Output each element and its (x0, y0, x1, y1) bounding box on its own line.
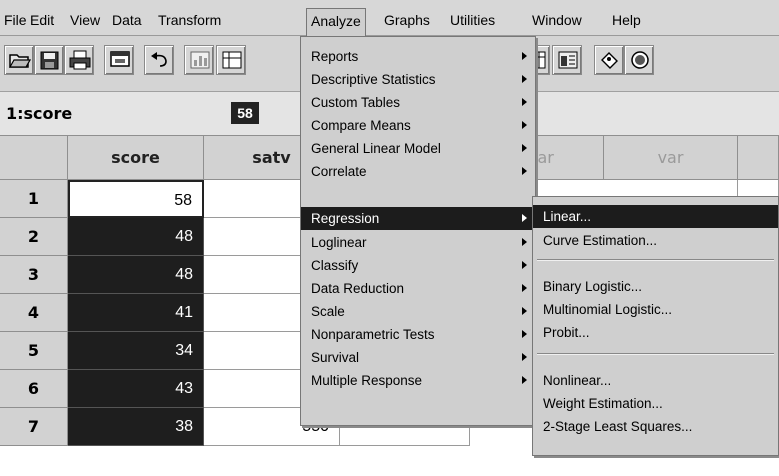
submenu-arrow-icon (522, 98, 527, 106)
menu-item-label: Scale (311, 304, 345, 319)
menu-transform[interactable]: Transform (154, 8, 225, 32)
menu-item-loglinear[interactable]: Loglinear (301, 231, 535, 254)
menu-item-reports[interactable]: Reports (301, 45, 535, 68)
menu-item-binary-logistic[interactable]: Binary Logistic... (533, 275, 778, 298)
menu-item-label: Data Reduction (311, 281, 405, 296)
menu-item-custom-tables[interactable]: Custom Tables (301, 91, 535, 114)
menu-item-label: Classify (311, 258, 359, 273)
goto-case-icon[interactable] (216, 45, 246, 75)
menu-item-compare-means[interactable]: Compare Means (301, 114, 535, 137)
menu-item-descriptive-statistics[interactable]: Descriptive Statistics (301, 68, 535, 91)
submenu-arrow-icon (522, 121, 527, 129)
corner-header (0, 136, 68, 180)
menu-item-label: Survival (311, 350, 360, 365)
split-file-icon[interactable] (552, 45, 582, 75)
regression-submenu: Linear... Curve Estimation... Binary Log… (532, 196, 779, 456)
menu-window[interactable]: Window (528, 8, 586, 32)
value-labels-icon[interactable] (594, 45, 624, 75)
menu-item-probit[interactable]: Probit... (533, 321, 778, 344)
menu-help[interactable]: Help (608, 8, 645, 32)
column-header-var[interactable]: var (604, 136, 738, 180)
table-cell-score[interactable]: 34 (68, 332, 204, 370)
cell-reference: 1:score (6, 104, 73, 123)
menu-item-label: Compare Means (311, 118, 411, 133)
submenu-arrow-icon (522, 376, 527, 384)
menu-separator (537, 259, 774, 261)
menu-bar: File Edit View Data Transform Analyze Gr… (0, 0, 779, 36)
row-header[interactable]: 4 (0, 294, 68, 332)
menu-item-survival[interactable]: Survival (301, 346, 535, 369)
submenu-arrow-icon (522, 167, 527, 175)
submenu-arrow-icon (522, 214, 527, 222)
table-cell-score[interactable]: 48 (68, 218, 204, 256)
menu-item-label: Nonparametric Tests (311, 327, 435, 342)
menu-analyze[interactable]: Analyze (306, 8, 366, 36)
menu-item-weight-estimation[interactable]: Weight Estimation... (533, 392, 778, 415)
menu-item-regression[interactable]: Regression (301, 207, 535, 230)
menu-data[interactable]: Data (108, 8, 146, 32)
row-header[interactable]: 3 (0, 256, 68, 294)
submenu-arrow-icon (522, 330, 527, 338)
submenu-arrow-icon (522, 144, 527, 152)
table-cell-score[interactable]: 58 (68, 180, 204, 218)
menu-utilities[interactable]: Utilities (446, 8, 499, 32)
menu-item-multiple-response[interactable]: Multiple Response (301, 369, 535, 392)
menu-item-label: Multiple Response (311, 373, 423, 388)
menu-item-label: Loglinear (311, 235, 367, 250)
table-cell-score[interactable]: 41 (68, 294, 204, 332)
menu-item-correlate[interactable]: Correlate (301, 160, 535, 183)
submenu-arrow-icon (522, 238, 527, 246)
undo-icon[interactable] (144, 45, 174, 75)
column-header-score[interactable]: score (68, 136, 204, 180)
submenu-arrow-icon (522, 353, 527, 361)
menu-item-label: Descriptive Statistics (311, 72, 436, 87)
table-cell-score[interactable]: 43 (68, 370, 204, 408)
row-header[interactable]: 1 (0, 180, 68, 218)
menu-item-label: Custom Tables (311, 95, 401, 110)
menu-item-multinomial-logistic[interactable]: Multinomial Logistic... (533, 298, 778, 321)
cell-value-input[interactable]: 58 (231, 102, 259, 124)
goto-chart-icon[interactable] (184, 45, 214, 75)
menu-item-general-linear-model[interactable]: General Linear Model (301, 137, 535, 160)
save-icon[interactable] (34, 45, 64, 75)
print-icon[interactable] (64, 45, 94, 75)
menu-item-nonparametric-tests[interactable]: Nonparametric Tests (301, 323, 535, 346)
menu-item-label: Reports (311, 49, 359, 64)
table-cell-score[interactable]: 48 (68, 256, 204, 294)
table-cell-score[interactable]: 38 (68, 408, 204, 446)
use-sets-icon[interactable] (624, 45, 654, 75)
column-header-empty (738, 136, 779, 180)
row-header[interactable]: 7 (0, 408, 68, 446)
open-icon[interactable] (4, 45, 34, 75)
submenu-arrow-icon (522, 261, 527, 269)
menu-edit[interactable]: Edit (26, 8, 58, 32)
submenu-arrow-icon (522, 284, 527, 292)
menu-item-label: Correlate (311, 164, 367, 179)
menu-graphs[interactable]: Graphs (380, 8, 434, 32)
menu-item-curve-estimation[interactable]: Curve Estimation... (533, 229, 778, 252)
menu-item-linear[interactable]: Linear... (533, 205, 778, 228)
menu-item-2-stage-least-squares[interactable]: 2-Stage Least Squares... (533, 415, 778, 438)
menu-separator (537, 353, 774, 355)
menu-item-scale[interactable]: Scale (301, 300, 535, 323)
dialog-recall-icon[interactable] (104, 45, 134, 75)
row-header[interactable]: 6 (0, 370, 68, 408)
menu-view[interactable]: View (66, 8, 104, 32)
menu-item-label: Regression (311, 211, 380, 226)
analyze-menu: Reports Descriptive Statistics Custom Ta… (300, 36, 536, 426)
menu-item-nonlinear[interactable]: Nonlinear... (533, 369, 778, 392)
menu-item-label: General Linear Model (311, 141, 441, 156)
row-header[interactable]: 5 (0, 332, 68, 370)
menu-item-classify[interactable]: Classify (301, 254, 535, 277)
submenu-arrow-icon (522, 52, 527, 60)
submenu-arrow-icon (522, 307, 527, 315)
row-header[interactable]: 2 (0, 218, 68, 256)
menu-item-data-reduction[interactable]: Data Reduction (301, 277, 535, 300)
submenu-arrow-icon (522, 75, 527, 83)
